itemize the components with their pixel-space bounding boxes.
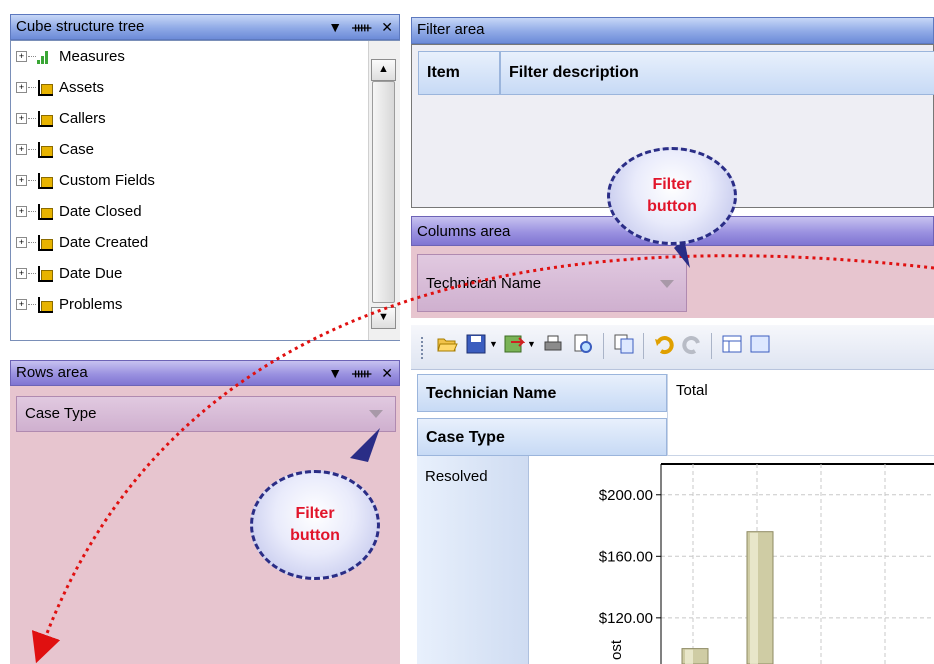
close-icon[interactable]: ✕ bbox=[381, 15, 393, 39]
filter-col-item: Item bbox=[418, 51, 500, 95]
expand-icon[interactable]: + bbox=[16, 82, 27, 93]
expand-icon[interactable]: + bbox=[16, 237, 27, 248]
expand-icon[interactable]: + bbox=[16, 51, 27, 62]
dimension-cube-icon bbox=[37, 141, 53, 158]
tree-item[interactable]: + Problems bbox=[13, 289, 365, 320]
tree-item[interactable]: + Assets bbox=[13, 72, 365, 103]
tree-item-label: Measures bbox=[59, 48, 125, 65]
rows-area-title: Rows area bbox=[16, 364, 88, 381]
tree-item[interactable]: + Date Created bbox=[13, 227, 365, 258]
tree-item[interactable]: + Date Closed bbox=[13, 196, 365, 227]
pivot-toolbar: ▼ ▼ bbox=[411, 325, 934, 370]
tree-item-label: Assets bbox=[59, 79, 105, 96]
pivot-grid: Technician Name Case Type Total Resolved… bbox=[411, 370, 934, 664]
dropdown-arrow-icon[interactable]: ▼ bbox=[328, 361, 342, 385]
technician-name-field-label: Technician Name bbox=[426, 275, 542, 292]
pin-icon[interactable]: ᚔ bbox=[352, 361, 371, 385]
case-type-field-label: Case Type bbox=[25, 405, 97, 422]
expand-icon[interactable]: + bbox=[16, 113, 27, 124]
grip-icon bbox=[421, 337, 423, 359]
filter-button-callout-bottom: Filter button bbox=[250, 470, 380, 580]
columns-area-title: Columns area bbox=[417, 223, 511, 240]
expand-icon[interactable]: + bbox=[16, 144, 27, 155]
dropdown-arrow-icon[interactable]: ▼ bbox=[328, 15, 342, 39]
tree-item-label: Callers bbox=[59, 110, 106, 127]
undo-icon[interactable] bbox=[653, 333, 675, 355]
tree-item-label: Date Due bbox=[59, 265, 123, 282]
expand-icon[interactable]: + bbox=[16, 299, 27, 310]
print-preview-icon[interactable] bbox=[572, 333, 594, 355]
print-icon[interactable] bbox=[542, 333, 564, 355]
rows-area-header: Rows area ▼ ᚔ ✕ bbox=[10, 360, 400, 386]
filter-button-callout-top: Filter button bbox=[607, 147, 737, 245]
tree-item-label: Problems bbox=[59, 296, 123, 313]
scroll-down-button[interactable]: ▼ bbox=[371, 307, 396, 329]
expand-icon[interactable]: + bbox=[16, 268, 27, 279]
tree-item-label: Date Closed bbox=[59, 203, 142, 220]
layout-icon[interactable] bbox=[721, 333, 743, 355]
cube-tree-header: Cube structure tree ▼ ᚔ ✕ bbox=[10, 14, 400, 40]
case-type-field-button[interactable]: Case Type bbox=[16, 396, 396, 432]
tree-item[interactable]: + Callers bbox=[13, 103, 365, 134]
filter-dropdown-icon[interactable] bbox=[369, 410, 383, 418]
filter-area-title: Filter area bbox=[417, 21, 485, 38]
bar-highlight bbox=[685, 649, 693, 664]
filter-area-header: Filter area bbox=[411, 17, 934, 44]
toolbar-separator bbox=[643, 333, 644, 359]
save-icon[interactable] bbox=[465, 333, 487, 355]
toolbar-separator bbox=[711, 333, 712, 359]
case-type-row-header[interactable]: Case Type bbox=[417, 418, 667, 456]
close-icon[interactable]: ✕ bbox=[381, 361, 393, 385]
filter-col-description: Filter description bbox=[500, 51, 934, 95]
toolbar-separator bbox=[603, 333, 604, 359]
y-axis-label: ost bbox=[608, 639, 625, 660]
technician-name-column-header[interactable]: Technician Name bbox=[417, 374, 667, 412]
tree-item-label: Custom Fields bbox=[59, 172, 155, 189]
export-dropdown-icon[interactable]: ▼ bbox=[527, 339, 536, 349]
tree-item[interactable]: + Measures bbox=[13, 41, 365, 72]
tree-item[interactable]: + Case bbox=[13, 134, 365, 165]
copy-icon[interactable] bbox=[613, 333, 635, 355]
filter-dropdown-icon[interactable] bbox=[660, 280, 674, 288]
options-icon[interactable] bbox=[749, 333, 771, 355]
tree-item-label: Date Created bbox=[59, 234, 149, 251]
tree-scrollbar[interactable]: ▲ ▼ bbox=[368, 41, 400, 340]
bar-chart-icon bbox=[37, 50, 53, 64]
dimension-cube-icon bbox=[37, 203, 53, 220]
technician-name-field-button[interactable]: Technician Name bbox=[417, 254, 687, 312]
y-tick-label: $120.00 bbox=[599, 610, 653, 627]
expand-icon[interactable]: + bbox=[16, 175, 27, 186]
dimension-cube-icon bbox=[37, 234, 53, 251]
tree-item[interactable]: + Date Due bbox=[13, 258, 365, 289]
cube-structure-tree: + Measures + Assets + Callers + Case + Custom Fie… bbox=[10, 40, 400, 341]
row-value-cell: Resolved bbox=[417, 456, 529, 664]
scroll-up-button[interactable]: ▲ bbox=[371, 59, 396, 81]
y-tick-label: $200.00 bbox=[599, 487, 653, 504]
redo-icon[interactable] bbox=[681, 333, 703, 355]
total-column-header: Total bbox=[667, 374, 934, 456]
tree-item-label: Case bbox=[59, 141, 95, 158]
bar-highlight bbox=[750, 532, 758, 664]
cube-tree-title: Cube structure tree bbox=[16, 18, 145, 35]
tree-item[interactable]: + Custom Fields bbox=[13, 165, 365, 196]
expand-icon[interactable]: + bbox=[16, 206, 27, 217]
pin-icon[interactable]: ᚔ bbox=[352, 15, 371, 39]
dimension-cube-icon bbox=[37, 79, 53, 96]
y-tick-label: $160.00 bbox=[599, 548, 653, 565]
save-dropdown-icon[interactable]: ▼ bbox=[489, 339, 498, 349]
scroll-thumb[interactable] bbox=[372, 81, 395, 303]
dimension-cube-icon bbox=[37, 296, 53, 313]
dimension-cube-icon bbox=[37, 172, 53, 189]
dimension-cube-icon bbox=[37, 265, 53, 282]
cost-bar-chart: $200.00 $160.00 $120.00 ost bbox=[599, 463, 934, 664]
dimension-cube-icon bbox=[37, 110, 53, 127]
export-icon[interactable] bbox=[503, 333, 525, 355]
open-folder-icon[interactable] bbox=[436, 333, 458, 355]
